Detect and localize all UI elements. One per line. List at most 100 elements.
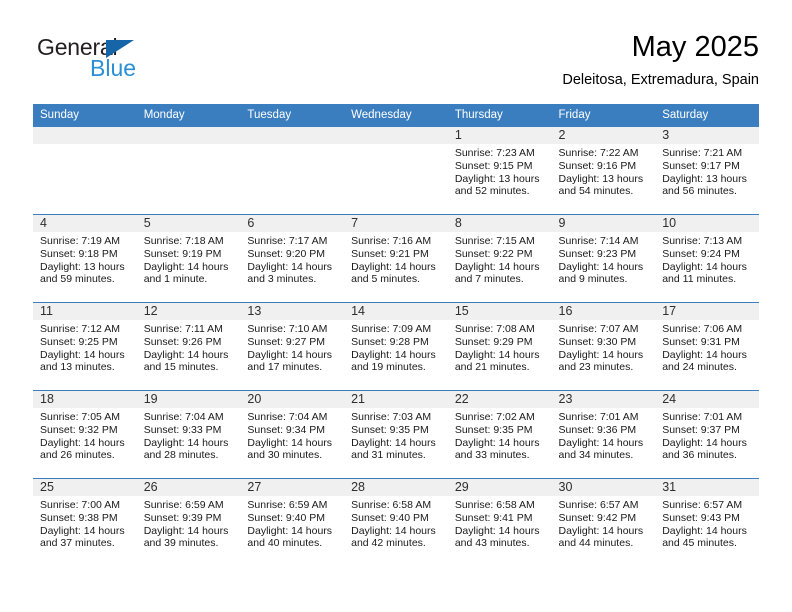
sunrise-time: Sunrise: 7:18 AM — [143, 235, 224, 247]
daylight-duration-line2: and 40 minutes. — [247, 537, 323, 550]
calendar-day-cell[interactable]: 16 Sunrise: 7:07 AM Sunset: 9:30 PM Dayligh… — [551, 302, 656, 391]
calendar-week-row: 25 Sunrise: 7:00 AM Sunset: 9:38 PM Dayligh… — [33, 478, 759, 566]
calendar-day-cell[interactable]: 26 Sunrise: 6:59 AM Sunset: 9:39 PM Dayligh… — [136, 478, 241, 566]
day-number: 29 — [447, 479, 552, 496]
sunrise-time: Sunrise: 7:08 AM — [454, 323, 535, 335]
day-number: 16 — [551, 303, 656, 320]
calendar-day-cell[interactable]: 2 Sunrise: 7:22 AM Sunset: 9:16 PM Daylight… — [551, 126, 656, 215]
calendar-day-cell[interactable]: 28 Sunrise: 6:58 AM Sunset: 9:40 PM Dayligh… — [344, 478, 448, 566]
calendar-day-cell[interactable]: 8 Sunrise: 7:15 AM Sunset: 9:22 PM Daylight… — [447, 214, 552, 303]
sunset-time: Sunset: 9:35 PM — [351, 423, 429, 436]
calendar-day-cell[interactable]: 30 Sunrise: 6:57 AM Sunset: 9:42 PM Dayligh… — [551, 478, 656, 566]
day-number: 26 — [136, 479, 241, 496]
day-number: 9 — [551, 215, 656, 232]
general-blue-logo[interactable]: General Blue — [33, 34, 253, 90]
daylight-duration-line1: Daylight: 13 hours — [454, 172, 540, 185]
daylight-duration-line2: and 28 minutes. — [143, 449, 219, 462]
sunset-time: Sunset: 9:34 PM — [247, 423, 326, 436]
day-details: Sunrise: 7:03 AM Sunset: 9:35 PM Daylight:… — [344, 408, 448, 462]
daylight-duration-line2: and 36 minutes. — [662, 449, 737, 462]
daylight-duration-line2: and 9 minutes. — [558, 273, 628, 286]
daylight-duration-line2: and 42 minutes. — [351, 537, 426, 550]
daylight-duration-line2: and 31 minutes. — [351, 449, 426, 462]
calendar-day-cell[interactable]: 29 Sunrise: 6:58 AM Sunset: 9:41 PM Dayligh… — [447, 478, 552, 566]
sunrise-time: Sunrise: 6:57 AM — [558, 499, 639, 511]
calendar-day-cell[interactable]: 17 Sunrise: 7:06 AM Sunset: 9:31 PM Dayligh… — [655, 302, 759, 391]
sunset-time: Sunset: 9:19 PM — [143, 247, 222, 260]
day-details: Sunrise: 7:17 AM Sunset: 9:20 PM Daylight:… — [240, 232, 344, 286]
sunrise-time: Sunrise: 6:58 AM — [351, 499, 432, 511]
sunrise-time: Sunrise: 7:06 AM — [662, 323, 743, 335]
sunrise-time: Sunrise: 7:13 AM — [662, 235, 743, 247]
daylight-duration-line2: and 45 minutes. — [662, 537, 737, 550]
sunset-time: Sunset: 9:33 PM — [143, 423, 222, 436]
sunset-time: Sunset: 9:20 PM — [247, 247, 326, 260]
calendar-day-cell[interactable]: 3 Sunrise: 7:21 AM Sunset: 9:17 PM Daylight… — [655, 126, 759, 215]
calendar-day-cell[interactable]: 15 Sunrise: 7:08 AM Sunset: 9:29 PM Dayligh… — [447, 302, 552, 391]
calendar-day-cell[interactable]: 21 Sunrise: 7:03 AM Sunset: 9:35 PM Dayligh… — [344, 390, 448, 479]
daylight-duration-line2: and 37 minutes. — [40, 537, 115, 550]
calendar-day-cell[interactable]: 19 Sunrise: 7:04 AM Sunset: 9:33 PM Dayligh… — [136, 390, 241, 479]
day-details: Sunrise: 7:06 AM Sunset: 9:31 PM Daylight:… — [655, 320, 759, 374]
daylight-duration-line2: and 56 minutes. — [662, 185, 737, 198]
day-details: Sunrise: 7:11 AM Sunset: 9:26 PM Daylight:… — [137, 320, 241, 374]
sunrise-time: Sunrise: 6:59 AM — [247, 499, 328, 511]
sunrise-time: Sunrise: 7:14 AM — [558, 235, 639, 247]
weekday-header-monday: Monday — [136, 104, 241, 127]
day-details: Sunrise: 7:14 AM Sunset: 9:23 PM Daylight:… — [552, 232, 656, 286]
calendar-cell-empty — [344, 126, 448, 215]
calendar-day-cell[interactable]: 7 Sunrise: 7:16 AM Sunset: 9:21 PM Daylight… — [344, 214, 448, 303]
sunrise-time: Sunrise: 7:16 AM — [351, 235, 432, 247]
day-number: 18 — [33, 391, 137, 408]
calendar-day-cell[interactable]: 11 Sunrise: 7:12 AM Sunset: 9:25 PM Dayligh… — [33, 302, 137, 391]
calendar-day-cell[interactable]: 25 Sunrise: 7:00 AM Sunset: 9:38 PM Dayligh… — [33, 478, 137, 566]
day-number — [344, 127, 448, 144]
day-number: 10 — [655, 215, 759, 232]
day-number: 30 — [551, 479, 656, 496]
calendar-day-cell[interactable]: 9 Sunrise: 7:14 AM Sunset: 9:23 PM Daylight… — [551, 214, 656, 303]
calendar-day-cell[interactable]: 5 Sunrise: 7:18 AM Sunset: 9:19 PM Daylight… — [136, 214, 241, 303]
daylight-duration-line1: Daylight: 14 hours — [40, 436, 125, 449]
calendar-day-cell[interactable]: 6 Sunrise: 7:17 AM Sunset: 9:20 PM Daylight… — [240, 214, 345, 303]
calendar-day-cell[interactable]: 1 Sunrise: 7:23 AM Sunset: 9:15 PM Daylight… — [447, 126, 552, 215]
sunrise-time: Sunrise: 7:04 AM — [143, 411, 224, 423]
calendar-day-cell[interactable]: 18 Sunrise: 7:05 AM Sunset: 9:32 PM Dayligh… — [33, 390, 137, 479]
calendar-day-cell[interactable]: 23 Sunrise: 7:01 AM Sunset: 9:36 PM Dayligh… — [551, 390, 656, 479]
calendar-day-cell[interactable]: 24 Sunrise: 7:01 AM Sunset: 9:37 PM Dayligh… — [655, 390, 759, 479]
daylight-duration-line1: Daylight: 14 hours — [351, 260, 436, 273]
day-details: Sunrise: 7:01 AM Sunset: 9:37 PM Daylight:… — [655, 408, 759, 462]
calendar-day-cell[interactable]: 12 Sunrise: 7:11 AM Sunset: 9:26 PM Dayligh… — [136, 302, 241, 391]
day-details: Sunrise: 7:05 AM Sunset: 9:32 PM Daylight:… — [33, 408, 137, 462]
sunset-time: Sunset: 9:27 PM — [247, 335, 326, 348]
daylight-duration-line1: Daylight: 14 hours — [247, 436, 333, 449]
sunrise-time: Sunrise: 7:03 AM — [351, 411, 432, 423]
calendar-day-cell[interactable]: 31 Sunrise: 6:57 AM Sunset: 9:43 PM Dayligh… — [655, 478, 759, 566]
day-number: 23 — [551, 391, 656, 408]
day-number: 4 — [33, 215, 137, 232]
calendar-day-cell[interactable]: 20 Sunrise: 7:04 AM Sunset: 9:34 PM Dayligh… — [240, 390, 345, 479]
sunset-time: Sunset: 9:42 PM — [558, 511, 637, 524]
daylight-duration-line2: and 13 minutes. — [40, 361, 115, 374]
daylight-duration-line1: Daylight: 14 hours — [351, 348, 436, 361]
day-number: 22 — [447, 391, 552, 408]
daylight-duration-line1: Daylight: 14 hours — [40, 524, 125, 537]
calendar-day-cell[interactable]: 4 Sunrise: 7:19 AM Sunset: 9:18 PM Daylight… — [33, 214, 137, 303]
calendar-day-cell[interactable]: 27 Sunrise: 6:59 AM Sunset: 9:40 PM Dayligh… — [240, 478, 345, 566]
day-details: Sunrise: 6:58 AM Sunset: 9:41 PM Daylight:… — [448, 496, 552, 550]
calendar-day-cell[interactable]: 13 Sunrise: 7:10 AM Sunset: 9:27 PM Dayligh… — [240, 302, 345, 391]
calendar-day-cell[interactable]: 22 Sunrise: 7:02 AM Sunset: 9:35 PM Dayligh… — [447, 390, 552, 479]
calendar-header-row: Sunday Monday Tuesday Wednesday Thursday… — [33, 104, 759, 127]
sunrise-time: Sunrise: 7:02 AM — [454, 411, 535, 423]
sunrise-time: Sunrise: 6:59 AM — [143, 499, 224, 511]
sunset-time: Sunset: 9:38 PM — [40, 511, 118, 524]
sunrise-time: Sunrise: 7:01 AM — [558, 411, 639, 423]
logo-text-blue: Blue — [90, 55, 137, 81]
sunrise-time: Sunrise: 7:21 AM — [662, 147, 743, 159]
day-details: Sunrise: 6:59 AM Sunset: 9:40 PM Daylight:… — [240, 496, 344, 550]
calendar-day-cell[interactable]: 10 Sunrise: 7:13 AM Sunset: 9:24 PM Dayligh… — [655, 214, 759, 303]
calendar-day-cell[interactable]: 14 Sunrise: 7:09 AM Sunset: 9:28 PM Dayligh… — [344, 302, 448, 391]
day-details: Sunrise: 7:12 AM Sunset: 9:25 PM Daylight:… — [33, 320, 137, 374]
daylight-duration-line1: Daylight: 14 hours — [454, 348, 540, 361]
day-details: Sunrise: 7:22 AM Sunset: 9:16 PM Daylight:… — [552, 144, 656, 198]
day-number: 20 — [240, 391, 345, 408]
